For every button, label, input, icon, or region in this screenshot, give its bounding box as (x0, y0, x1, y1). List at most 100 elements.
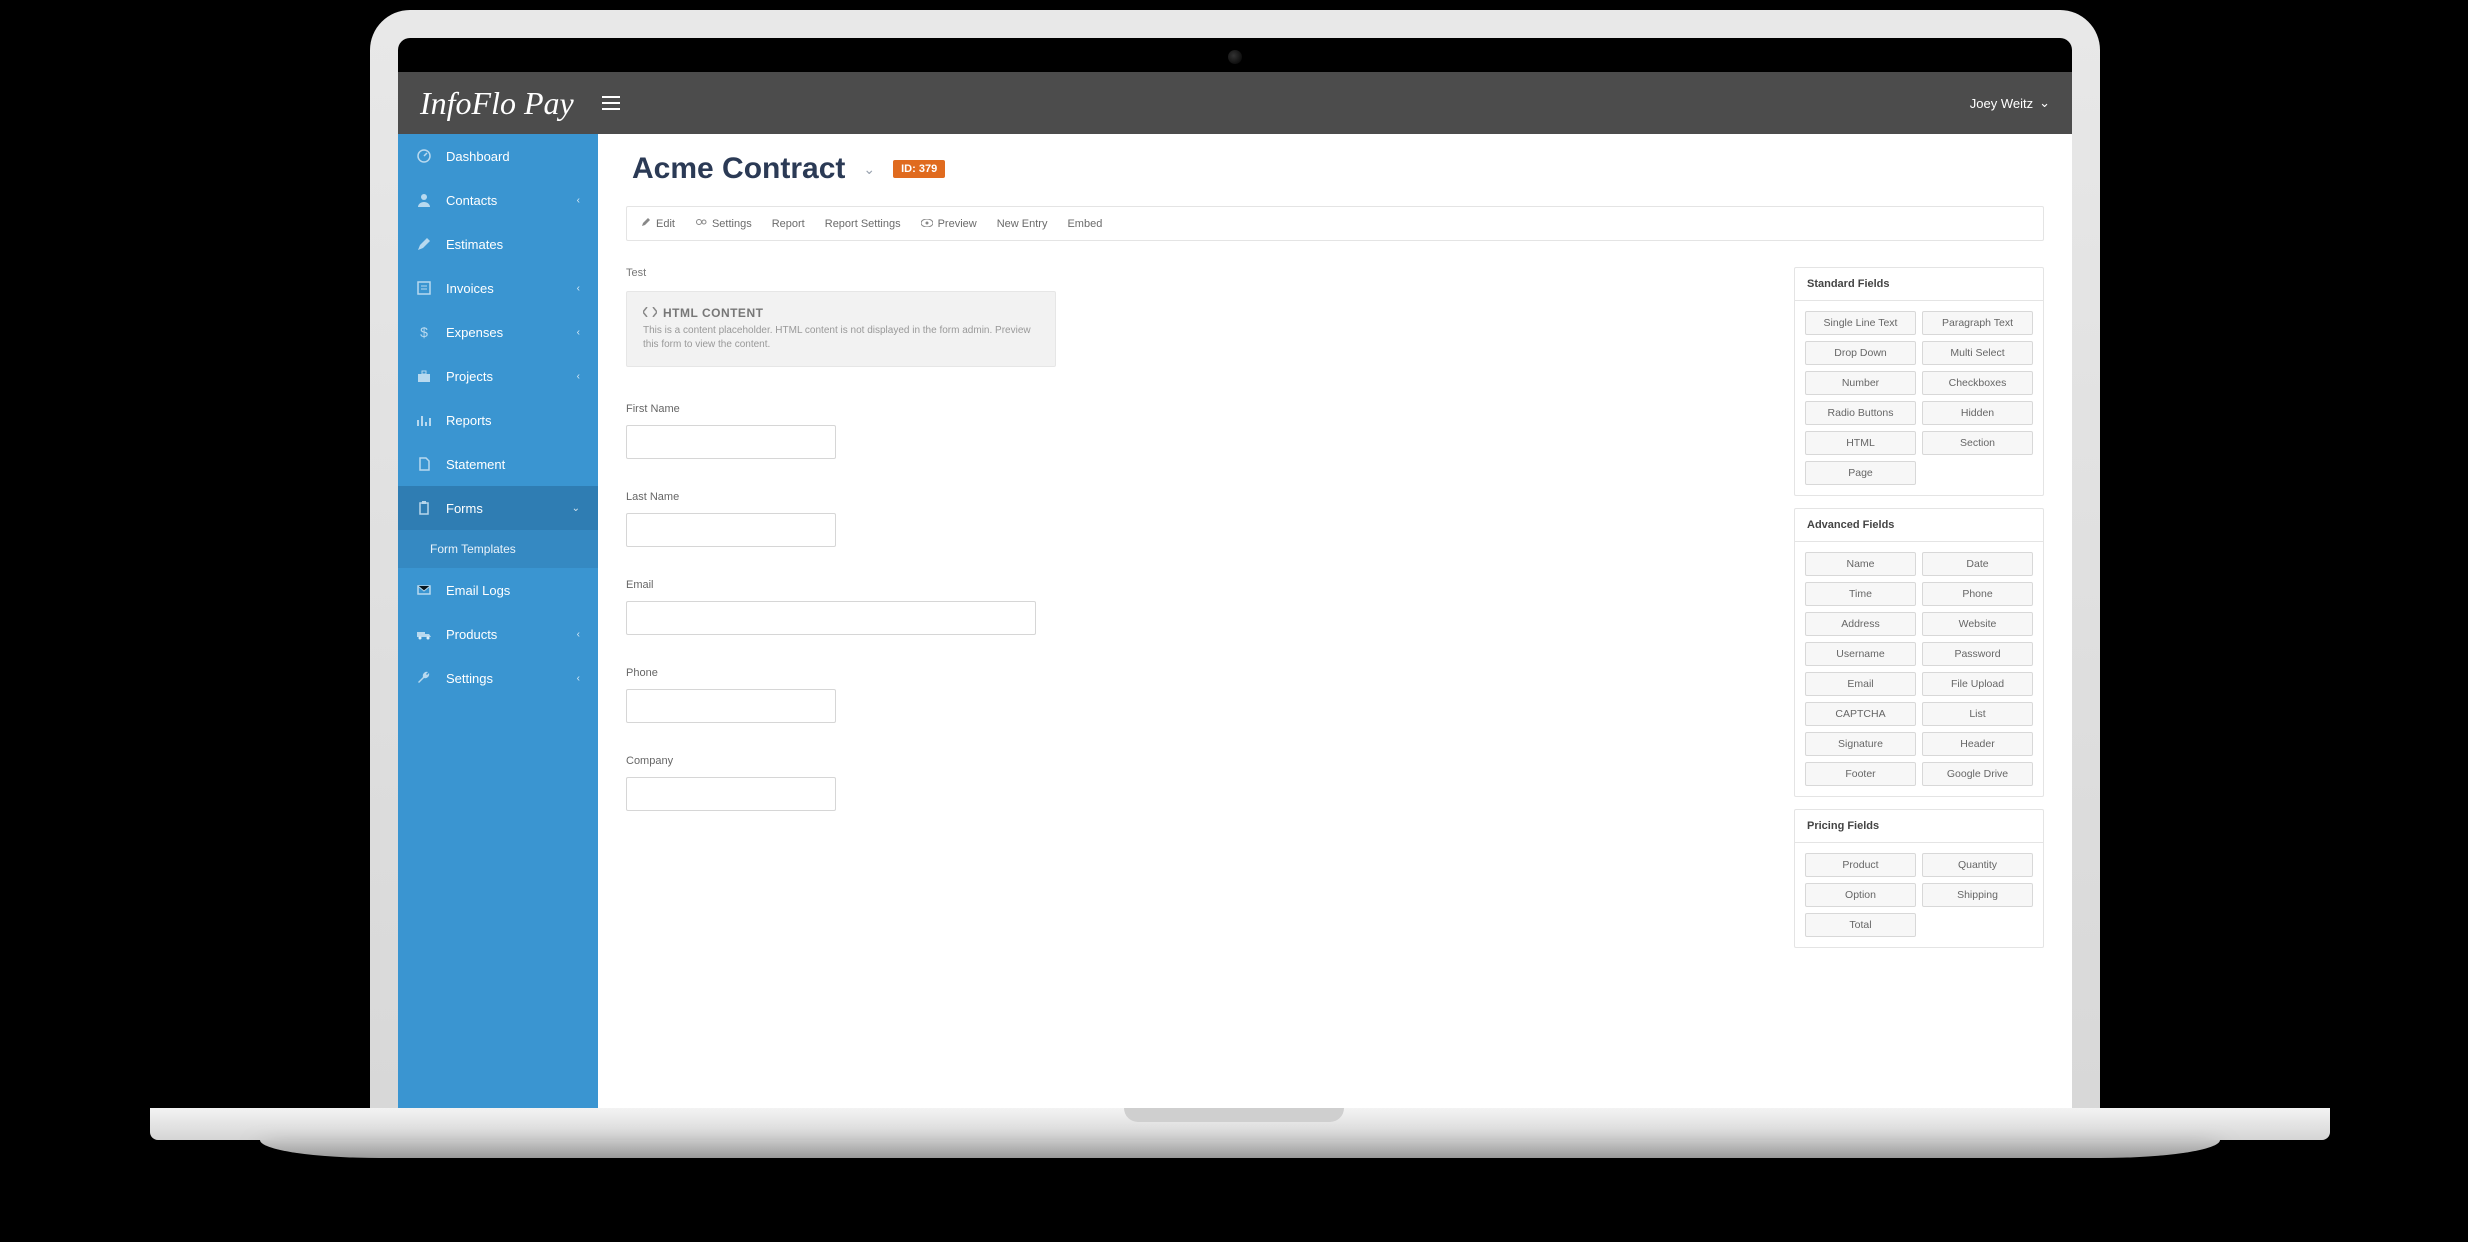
sidebar-item-invoices[interactable]: Invoices‹ (398, 266, 598, 310)
sidebar-item-forms[interactable]: Forms ⌄ (398, 486, 598, 530)
palette-button-footer[interactable]: Footer (1805, 762, 1916, 786)
palette-button-header[interactable]: Header (1922, 732, 2033, 756)
palette-button-signature[interactable]: Signature (1805, 732, 1916, 756)
palette-button-time[interactable]: Time (1805, 582, 1916, 606)
clipboard-icon (416, 500, 432, 516)
palette-button-list[interactable]: List (1922, 702, 2033, 726)
sidebar-item-products[interactable]: Products‹ (398, 612, 598, 656)
chevron-left-icon: ‹ (577, 673, 580, 684)
sidebar-item-statement[interactable]: Statement (398, 442, 598, 486)
palette-button-quantity[interactable]: Quantity (1922, 853, 2033, 877)
form-field-last-name[interactable]: Last Name (626, 491, 1766, 547)
sidebar-item-label: Email Logs (446, 583, 580, 598)
dashboard-icon (416, 148, 432, 164)
action-label: Edit (656, 218, 675, 230)
sidebar-item-estimates[interactable]: Estimates (398, 222, 598, 266)
sidebar-item-label: Expenses (446, 325, 563, 340)
sidebar-item-reports[interactable]: Reports (398, 398, 598, 442)
action-report-settings[interactable]: Report Settings (825, 217, 901, 230)
chevron-left-icon: ‹ (577, 195, 580, 206)
palette-button-checkboxes[interactable]: Checkboxes (1922, 371, 2033, 395)
palette-button-date[interactable]: Date (1922, 552, 2033, 576)
sidebar-item-label: Estimates (446, 237, 580, 252)
palette-button-phone[interactable]: Phone (1922, 582, 2033, 606)
text-input[interactable] (626, 425, 836, 459)
palette-button-single-line-text[interactable]: Single Line Text (1805, 311, 1916, 335)
palette-button-multi-select[interactable]: Multi Select (1922, 341, 2033, 365)
dollar-icon: $ (416, 324, 432, 340)
sidebar-subitem-form-templates[interactable]: Form Templates (398, 530, 598, 568)
action-report[interactable]: Report (772, 217, 805, 230)
title-dropdown[interactable]: ⌄ (863, 161, 875, 178)
user-menu[interactable]: Joey Weitz ⌄ (1970, 95, 2050, 111)
action-embed[interactable]: Embed (1067, 217, 1102, 230)
hamburger-icon (602, 96, 620, 110)
action-settings[interactable]: Settings (695, 217, 752, 230)
wrench-icon (416, 670, 432, 686)
sidebar-item-expenses[interactable]: $ Expenses ‹ (398, 310, 598, 354)
palette-button-option[interactable]: Option (1805, 883, 1916, 907)
palette-button-name[interactable]: Name (1805, 552, 1916, 576)
text-input[interactable] (626, 513, 836, 547)
sidebar-item-dashboard[interactable]: Dashboard (398, 134, 598, 178)
form-field-company[interactable]: Company (626, 755, 1766, 811)
sidebar-item-label: Forms (446, 501, 558, 516)
palette-button-radio-buttons[interactable]: Radio Buttons (1805, 401, 1916, 425)
palette-button-total[interactable]: Total (1805, 913, 1916, 937)
sidebar-item-label: Reports (446, 413, 580, 428)
palette-button-address[interactable]: Address (1805, 612, 1916, 636)
page-header: Acme Contract ⌄ ID: 379 (598, 134, 2072, 196)
brand-logo: InfoFlo Pay (420, 85, 596, 122)
form-field-phone[interactable]: Phone (626, 667, 1766, 723)
palette-button-drop-down[interactable]: Drop Down (1805, 341, 1916, 365)
palette-button-product[interactable]: Product (1805, 853, 1916, 877)
palette-button-number[interactable]: Number (1805, 371, 1916, 395)
palette-panel-pricing-fields: Pricing FieldsProductQuantityOptionShipp… (1794, 809, 2044, 948)
topbar: InfoFlo Pay Joey Weitz ⌄ (398, 72, 2072, 134)
text-input[interactable] (626, 601, 1036, 635)
sidebar-item-email-logs[interactable]: Email Logs (398, 568, 598, 612)
palette-button-html[interactable]: HTML (1805, 431, 1916, 455)
sidebar-item-projects[interactable]: Projects‹ (398, 354, 598, 398)
field-palette: Standard FieldsSingle Line TextParagraph… (1794, 267, 2044, 960)
chevron-left-icon: ‹ (577, 327, 580, 338)
palette-button-paragraph-text[interactable]: Paragraph Text (1922, 311, 2033, 335)
chevron-down-icon: ⌄ (572, 503, 580, 514)
chart-icon (416, 412, 432, 428)
form-field-email[interactable]: Email (626, 579, 1766, 635)
html-content-title: HTML CONTENT (663, 306, 763, 320)
palette-button-section[interactable]: Section (1922, 431, 2033, 455)
field-label: Phone (626, 667, 1766, 679)
html-content-placeholder[interactable]: HTML CONTENT This is a content placehold… (626, 291, 1056, 367)
section-label-test: Test (626, 267, 1766, 279)
palette-button-page[interactable]: Page (1805, 461, 1916, 485)
briefcase-icon (416, 368, 432, 384)
action-preview[interactable]: Preview (921, 217, 977, 230)
action-label: New Entry (997, 218, 1048, 230)
palette-button-file-upload[interactable]: File Upload (1922, 672, 2033, 696)
invoice-icon (416, 280, 432, 296)
sidebar-item-contacts[interactable]: Contacts‹ (398, 178, 598, 222)
chevron-left-icon: ‹ (577, 629, 580, 640)
field-label: Company (626, 755, 1766, 767)
palette-button-captcha[interactable]: CAPTCHA (1805, 702, 1916, 726)
palette-button-website[interactable]: Website (1922, 612, 2033, 636)
palette-button-hidden[interactable]: Hidden (1922, 401, 2033, 425)
sidebar-item-settings[interactable]: Settings‹ (398, 656, 598, 700)
palette-button-google-drive[interactable]: Google Drive (1922, 762, 2033, 786)
field-label: Last Name (626, 491, 1766, 503)
palette-button-email[interactable]: Email (1805, 672, 1916, 696)
text-input[interactable] (626, 689, 836, 723)
action-edit[interactable]: Edit (641, 217, 675, 230)
hamburger-toggle[interactable] (596, 90, 626, 116)
form-field-first-name[interactable]: First Name (626, 403, 1766, 459)
svg-text:$: $ (420, 324, 428, 340)
palette-button-username[interactable]: Username (1805, 642, 1916, 666)
laptop-foot (260, 1140, 2220, 1158)
action-label: Report (772, 218, 805, 230)
text-input[interactable] (626, 777, 836, 811)
field-label: Email (626, 579, 1766, 591)
action-new-entry[interactable]: New Entry (997, 217, 1048, 230)
palette-button-password[interactable]: Password (1922, 642, 2033, 666)
palette-button-shipping[interactable]: Shipping (1922, 883, 2033, 907)
